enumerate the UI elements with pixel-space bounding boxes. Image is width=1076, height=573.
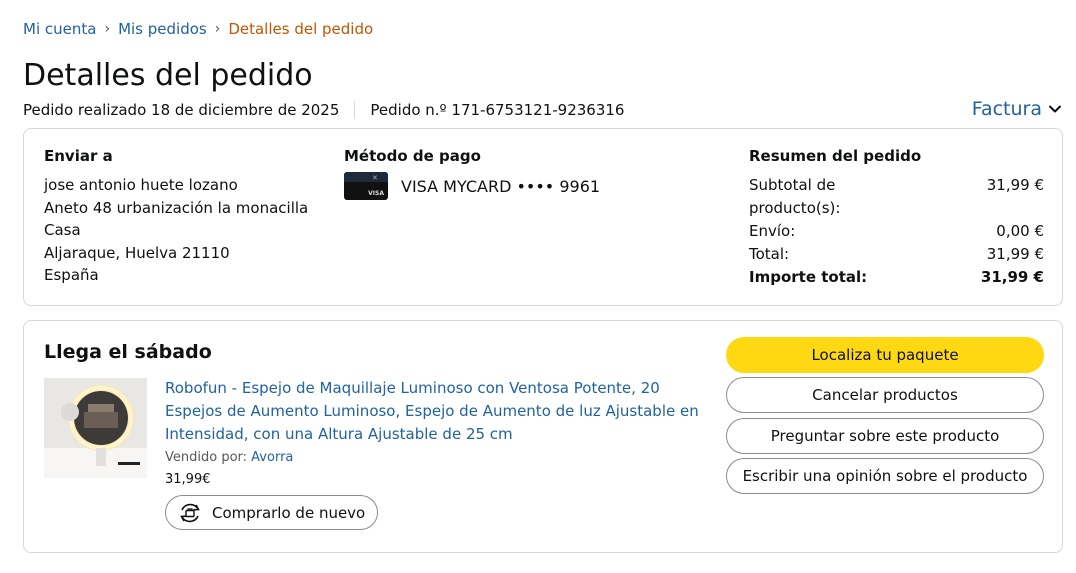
address-line: Aneto 48 urbanización la monacilla xyxy=(44,198,309,217)
summary-label: Total: xyxy=(749,245,790,263)
summary-value: 31,99 € xyxy=(986,245,1044,263)
buy-again-button[interactable]: Comprarlo de nuevo xyxy=(165,495,379,530)
ask-product-question-button[interactable]: Preguntar sobre este producto xyxy=(726,418,1044,454)
buy-again-label: Comprarlo de nuevo xyxy=(212,503,366,522)
breadcrumb-my-orders[interactable]: Mis pedidos xyxy=(118,20,207,38)
summary-value: 31,99 € xyxy=(986,176,1044,194)
address-line: jose antonio huete lozano xyxy=(44,176,238,194)
summary-row-total: Total: 31,99 € xyxy=(749,243,1044,266)
shipping-address: jose antonio huete lozano Aneto 48 urban… xyxy=(44,174,308,287)
summary-row-subtotal: Subtotal de producto(s): 31,99 € xyxy=(749,174,1044,220)
breadcrumb-my-account[interactable]: Mi cuenta xyxy=(23,20,96,38)
payment-title: Método de pago xyxy=(344,147,481,165)
buy-again-icon xyxy=(180,503,200,522)
summary-row-grand-total: Importe total: 31,99 € xyxy=(749,266,1044,289)
write-review-button[interactable]: Escribir una opinión sobre el producto xyxy=(726,458,1044,494)
address-line: Aljaraque, Huelva 21110 xyxy=(44,243,230,262)
chevron-down-icon xyxy=(1049,105,1061,113)
seller-link[interactable]: Avorra xyxy=(251,450,293,465)
summary-label: Importe total: xyxy=(749,268,868,286)
shipment-card: Llega el sábado Robofun - Espejo de Maqu… xyxy=(23,320,1063,553)
order-meta: Pedido realizado 18 de diciembre de 2025… xyxy=(23,101,624,119)
order-date: Pedido realizado 18 de diciembre de 2025 xyxy=(23,101,340,119)
invoice-dropdown[interactable]: Factura xyxy=(972,98,1062,120)
card-label: VISA MYCARD •••• 9961 xyxy=(401,176,601,196)
product-title-link[interactable]: Robofun - Espejo de Maquillaje Luminoso … xyxy=(165,377,715,446)
summary-value: 0,00 € xyxy=(996,222,1044,240)
breadcrumb-separator: › xyxy=(214,21,221,37)
credit-card-icon: ✕ VISA xyxy=(344,172,388,200)
summary-title: Resumen del pedido xyxy=(749,147,922,165)
invoice-label: Factura xyxy=(971,98,1042,120)
sold-by: Vendido por: Avorra xyxy=(165,450,293,465)
product-price: 31,99€ xyxy=(165,472,211,487)
cancel-items-button[interactable]: Cancelar productos xyxy=(726,377,1044,413)
address-line: Casa xyxy=(44,221,81,239)
summary-value: 31,99 € xyxy=(980,268,1044,286)
sold-by-label: Vendido por: xyxy=(165,450,248,465)
breadcrumb-separator: › xyxy=(104,21,111,37)
order-summary: Subtotal de producto(s): 31,99 € Envío: … xyxy=(749,174,1044,289)
address-line: España xyxy=(44,266,99,284)
summary-row-shipping: Envío: 0,00 € xyxy=(749,220,1044,243)
payment-method: ✕ VISA VISA MYCARD •••• 9961 xyxy=(344,172,600,200)
product-image[interactable] xyxy=(44,378,147,478)
shipping-title: Enviar a xyxy=(44,147,113,165)
order-number: Pedido n.º 171-6753121-9236316 xyxy=(370,101,625,119)
page-title: Detalles del pedido xyxy=(23,58,313,93)
summary-label: Subtotal de producto(s): xyxy=(749,176,841,217)
breadcrumb: Mi cuenta › Mis pedidos › Detalles del p… xyxy=(23,20,373,38)
arrival-status: Llega el sábado xyxy=(44,341,212,363)
summary-label: Envío: xyxy=(749,222,796,240)
breadcrumb-current: Detalles del pedido xyxy=(228,20,374,38)
track-package-button[interactable]: Localiza tu paquete xyxy=(726,337,1044,373)
meta-divider xyxy=(354,101,356,119)
order-info-card: Enviar a jose antonio huete lozano Aneto… xyxy=(23,128,1063,306)
